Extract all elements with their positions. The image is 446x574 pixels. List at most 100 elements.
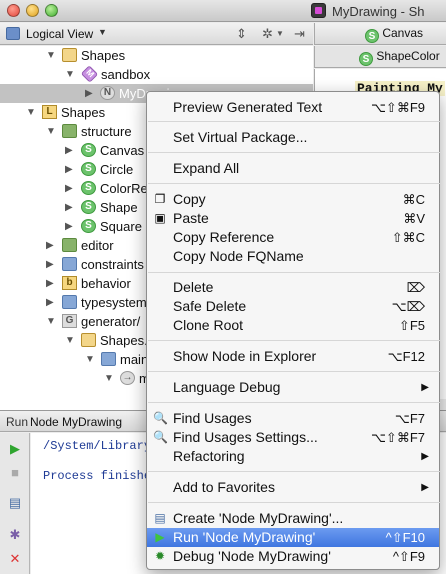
node-icon: N bbox=[100, 86, 115, 100]
menu-item-shortcut: ⌥⇧⌘F7 bbox=[370, 430, 425, 445]
expanded-arrow-icon[interactable]: ▼ bbox=[46, 46, 56, 65]
expanded-arrow-icon[interactable]: ▼ bbox=[46, 122, 56, 141]
collapsed-arrow-icon[interactable]: ▶ bbox=[65, 217, 73, 236]
collapsed-arrow-icon[interactable]: ▶ bbox=[46, 236, 54, 255]
menu-item-copy-reference[interactable]: Copy Reference ⇧⌘C bbox=[147, 228, 439, 247]
menu-item-create-node[interactable]: ▤ Create 'Node MyDrawing'... bbox=[147, 509, 439, 528]
menu-item-label: Clone Root bbox=[173, 317, 244, 333]
menu-item-shortcut: ⌥F12 bbox=[387, 349, 425, 364]
menu-item-label: Find Usages bbox=[173, 410, 252, 426]
layout-icon[interactable]: ▤ bbox=[7, 495, 23, 511]
tree-row[interactable]: ▼ Shapes bbox=[0, 46, 313, 65]
collapsed-arrow-icon[interactable]: ▶ bbox=[85, 84, 93, 103]
tree-item-label: Canvas bbox=[100, 143, 145, 158]
menu-item-run-node[interactable]: ▶ Run 'Node MyDrawing' ^⇧F10 bbox=[147, 528, 439, 547]
chevron-down-icon[interactable]: ▼ bbox=[276, 29, 284, 38]
folder-icon bbox=[62, 48, 77, 62]
expanded-arrow-icon[interactable]: ▼ bbox=[85, 350, 95, 369]
menu-item-label: Copy Node FQName bbox=[173, 248, 304, 264]
debug-bug-icon: ✹ bbox=[154, 549, 166, 563]
menu-item-label: Debug 'Node MyDrawing' bbox=[173, 548, 331, 564]
menu-item-refactoring[interactable]: Refactoring ▶ bbox=[147, 447, 439, 466]
menu-item-copy[interactable]: ❐ Copy ⌘C bbox=[147, 190, 439, 209]
concept-s-icon: S bbox=[81, 219, 96, 233]
menu-separator bbox=[148, 371, 440, 372]
menu-item-preview-generated-text[interactable]: Preview Generated Text ⌥⇧⌘F9 bbox=[147, 98, 439, 117]
tab-canvas-label: Canvas bbox=[382, 26, 424, 40]
menu-item-show-node-in-explorer[interactable]: Show Node in Explorer ⌥F12 bbox=[147, 347, 439, 366]
aspect-icon bbox=[62, 257, 77, 271]
menu-separator bbox=[148, 471, 440, 472]
close-icon[interactable]: ✕ bbox=[7, 551, 23, 567]
menu-item-shortcut: ⌘C bbox=[402, 192, 425, 207]
tree-row[interactable]: ▼ M sandbox bbox=[0, 65, 313, 84]
zoom-window-button[interactable] bbox=[45, 4, 58, 17]
tab-shapecolor[interactable]: S ShapeColor bbox=[359, 49, 440, 66]
expanded-arrow-icon[interactable]: ▼ bbox=[65, 331, 75, 350]
collapsed-arrow-icon[interactable]: ▶ bbox=[46, 293, 54, 312]
tree-item-label: constraints bbox=[81, 257, 144, 272]
collapsed-arrow-icon[interactable]: ▶ bbox=[65, 141, 73, 160]
tab-canvas[interactable]: S Canvas bbox=[365, 26, 423, 43]
menu-item-set-virtual-package[interactable]: Set Virtual Package... bbox=[147, 128, 439, 147]
menu-item-find-usages-settings[interactable]: 🔍 Find Usages Settings... ⌥⇧⌘F7 bbox=[147, 428, 439, 447]
menu-item-debug-node[interactable]: ✹ Debug 'Node MyDrawing' ^⇧F9 bbox=[147, 547, 439, 566]
gear-icon[interactable]: ✲ bbox=[262, 26, 273, 42]
tab-run-node-mydrawing[interactable]: Node MyDrawing bbox=[30, 415, 122, 429]
menu-item-shortcut: ^⇧F9 bbox=[392, 549, 425, 564]
hide-panel-icon[interactable]: ⇥ bbox=[294, 26, 305, 42]
close-window-button[interactable] bbox=[7, 4, 20, 17]
tree-item-label: Square bbox=[100, 219, 142, 234]
expanded-arrow-icon[interactable]: ▼ bbox=[26, 103, 36, 122]
collapsed-arrow-icon[interactable]: ▶ bbox=[65, 179, 73, 198]
collapsed-arrow-icon[interactable]: ▶ bbox=[65, 160, 73, 179]
menu-item-label: Paste bbox=[173, 210, 209, 226]
menu-item-clone-root[interactable]: Clone Root ⇧F5 bbox=[147, 316, 439, 335]
generator-icon: G bbox=[62, 314, 77, 328]
aspect-icon bbox=[62, 124, 77, 138]
window-titlebar: MyDrawing - Sh bbox=[0, 0, 446, 22]
rerun-icon[interactable]: ▶ bbox=[7, 441, 23, 457]
collapsed-arrow-icon[interactable]: ▶ bbox=[46, 274, 54, 293]
menu-item-label: Set Virtual Package... bbox=[173, 129, 308, 145]
copy-icon: ❐ bbox=[154, 192, 166, 206]
menu-item-label: Safe Delete bbox=[173, 298, 247, 314]
run-panel-title: Run bbox=[6, 415, 29, 429]
tree-item-label: typesystem bbox=[81, 295, 147, 310]
pin-icon[interactable]: ✱ bbox=[7, 527, 23, 543]
concept-s-icon: S bbox=[359, 52, 373, 66]
menu-item-expand-all[interactable]: Expand All bbox=[147, 159, 439, 178]
menu-item-delete[interactable]: Delete ⌦ bbox=[147, 278, 439, 297]
collapse-all-icon[interactable]: ⇕ bbox=[236, 26, 247, 42]
concept-s-icon: S bbox=[81, 200, 96, 214]
expanded-arrow-icon[interactable]: ▼ bbox=[104, 369, 114, 388]
menu-item-language-debug[interactable]: Language Debug ▶ bbox=[147, 378, 439, 397]
expanded-arrow-icon[interactable]: ▼ bbox=[46, 312, 56, 331]
search-icon: 🔍 bbox=[153, 411, 168, 425]
menu-item-label: Create 'Node MyDrawing'... bbox=[173, 510, 344, 526]
menu-item-label: Copy bbox=[173, 191, 206, 207]
menu-item-copy-node-fqname[interactable]: Copy Node FQName bbox=[147, 247, 439, 266]
menu-separator bbox=[148, 340, 440, 341]
menu-item-add-to-favorites[interactable]: Add to Favorites ▶ bbox=[147, 478, 439, 497]
menu-separator bbox=[148, 402, 440, 403]
chevron-down-icon[interactable]: ▼ bbox=[98, 27, 107, 37]
tree-item-label: structure bbox=[81, 124, 132, 139]
expanded-arrow-icon[interactable]: ▼ bbox=[65, 65, 75, 84]
menu-item-label: Run 'Node MyDrawing' bbox=[173, 529, 316, 545]
collapsed-arrow-icon[interactable]: ▶ bbox=[46, 255, 54, 274]
view-selector[interactable]: Logical View bbox=[26, 27, 93, 41]
menu-item-paste[interactable]: ▣ Paste ⌘V bbox=[147, 209, 439, 228]
tree-item-label: Circle bbox=[100, 162, 134, 177]
menu-item-shortcut: ⌥⌦ bbox=[391, 299, 425, 314]
minimize-window-button[interactable] bbox=[26, 4, 39, 17]
run-tab-label: Node MyDrawing bbox=[30, 415, 123, 429]
menu-item-label: Language Debug bbox=[173, 379, 281, 395]
collapsed-arrow-icon[interactable]: ▶ bbox=[65, 198, 73, 217]
menu-item-safe-delete[interactable]: Safe Delete ⌥⌦ bbox=[147, 297, 439, 316]
menu-item-find-usages[interactable]: 🔍 Find Usages ⌥F7 bbox=[147, 409, 439, 428]
folder-icon bbox=[81, 333, 96, 347]
submenu-arrow-icon: ▶ bbox=[421, 482, 429, 493]
stop-icon[interactable]: ■ bbox=[7, 465, 23, 481]
project-toolbar: Logical View ▼ ⇕ ✲ ▼ ⇥ bbox=[0, 23, 313, 45]
